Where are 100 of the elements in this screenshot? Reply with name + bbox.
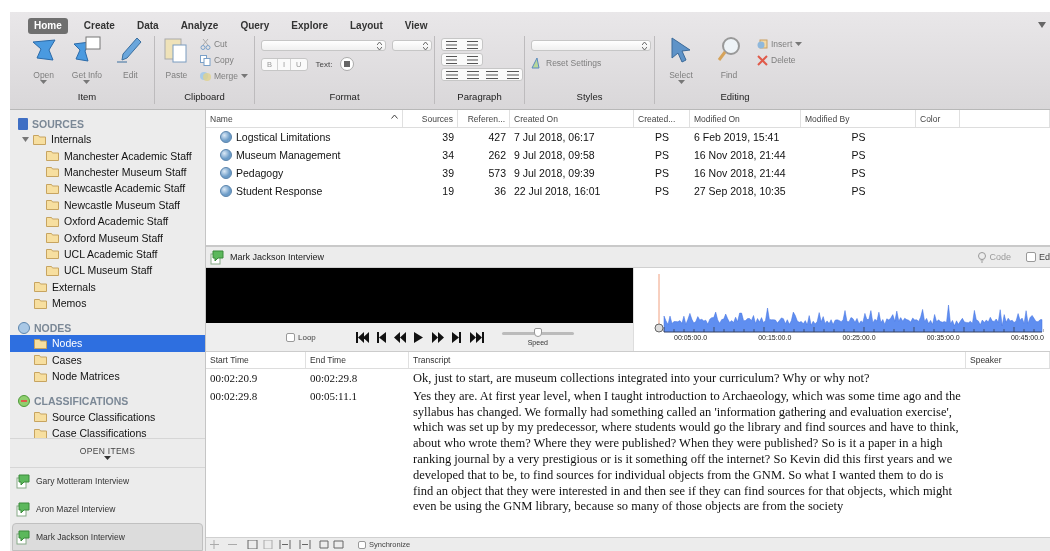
- ribbon-tab[interactable]: Data: [130, 18, 165, 34]
- stepper-icon: [423, 42, 428, 50]
- paragraph-format-icon[interactable]: [485, 70, 499, 79]
- document-icon: [210, 249, 225, 265]
- caret-icon: [40, 80, 48, 84]
- stepper-icon: [642, 42, 647, 50]
- tree-item[interactable]: Oxford Academic Staff: [10, 212, 205, 230]
- tree-item[interactable]: Externals: [10, 278, 205, 295]
- column-header[interactable]: Name: [206, 110, 403, 127]
- table-cell-text: 39: [441, 167, 455, 179]
- ribbon-tab[interactable]: View: [398, 18, 434, 34]
- transport-controls-icon[interactable]: [355, 331, 486, 343]
- table-cell-text: 6 Feb 2019, 15:41: [693, 131, 781, 143]
- sphere-icon: [220, 131, 232, 143]
- tree-item[interactable]: Internals: [10, 131, 205, 148]
- column-header[interactable]: Modified By: [801, 110, 916, 127]
- tree-item[interactable]: Memos: [10, 294, 205, 312]
- table-cell-text: PS: [850, 185, 867, 197]
- loop-checkbox[interactable]: Loop: [286, 332, 316, 342]
- ribbon-tab[interactable]: Query: [234, 18, 276, 34]
- column-header[interactable]: Created...: [634, 110, 690, 127]
- tree-item[interactable]: Manchester Museum Staff: [10, 163, 205, 181]
- node-row[interactable]: Student Response 19 36 22 Jul 2018, 16:01 PS 27 Sep 2018, 10:35 PS: [206, 182, 1050, 200]
- section-title: CLASSIFICATIONS: [34, 395, 129, 408]
- folder-icon: [34, 281, 48, 293]
- node-row[interactable]: Museum Management 34 262 9 Jul 2018, 09:58 PS 16 Nov 2018, 21:44 PS: [206, 146, 1050, 164]
- tree-item[interactable]: Node Matrices: [10, 368, 205, 385]
- open-item[interactable]: Aron Mazel Interview: [12, 495, 203, 524]
- detail-title: Mark Jackson Interview: [230, 252, 326, 262]
- column-header[interactable]: Referen...: [458, 110, 510, 127]
- folder-icon: [34, 411, 48, 423]
- table-cell-text: 7 Jul 2018, 06:17: [513, 131, 596, 143]
- document-icon: [16, 473, 31, 489]
- size-select[interactable]: [392, 40, 432, 51]
- open-item[interactable]: Gary Motteram Interview: [12, 467, 203, 496]
- ribbon-tab[interactable]: Home: [28, 18, 68, 34]
- tree-item[interactable]: UCL Museum Staff: [10, 262, 205, 279]
- slider-thumb[interactable]: [533, 328, 542, 337]
- node-row[interactable]: Logstical Limitations 39 427 7 Jul 2018, 06:17 PS 6 Feb 2019, 15:41 PS: [206, 128, 1050, 146]
- paragraph-format-icon[interactable]: [445, 55, 459, 64]
- section-title: SOURCES: [32, 118, 84, 130]
- folder-icon: [34, 338, 48, 349]
- table-cell-text: PS: [654, 167, 670, 179]
- table-cell-text: PS: [850, 131, 867, 143]
- ribbon-tab[interactable]: Analyze: [174, 18, 225, 34]
- paragraph-format-icon[interactable]: [465, 40, 479, 49]
- column-header[interactable]: Start Time: [206, 352, 306, 368]
- tree-item[interactable]: Oxford Museum Staff: [10, 229, 205, 246]
- ribbon-tab[interactable]: Explore: [285, 18, 334, 34]
- tree-item[interactable]: UCL Academic Staff: [10, 245, 205, 263]
- folder-icon: [46, 264, 60, 276]
- group-label: Format: [328, 91, 361, 104]
- folder-icon: [46, 232, 60, 244]
- table-cell-text: 262: [487, 149, 507, 161]
- ribbon-tab[interactable]: Layout: [344, 18, 389, 34]
- edit-checkbox[interactable]: Ed: [1026, 252, 1050, 262]
- tree-item[interactable]: Case Classifications: [10, 424, 205, 438]
- sphere-icon: [220, 167, 232, 179]
- table-cell-text: 9 Jul 2018, 09:39: [513, 167, 596, 179]
- paragraph-format-icon[interactable]: [505, 70, 519, 79]
- group-label: Paragraph: [456, 91, 503, 104]
- paragraph-format-icon[interactable]: [445, 40, 459, 49]
- column-header[interactable]: Modified On: [690, 110, 801, 127]
- column-header[interactable]: Created On: [510, 110, 634, 127]
- section-title: NODES: [34, 322, 72, 335]
- paragraph-button-group[interactable]: [441, 68, 523, 81]
- paragraph-format-icon[interactable]: [445, 70, 459, 79]
- tree-item[interactable]: Nodes: [10, 335, 205, 352]
- tree-item[interactable]: Newcastle Museum Staff: [10, 196, 205, 213]
- tree-item[interactable]: Newcastle Academic Staff: [10, 180, 205, 197]
- table-cell-text: PS: [654, 149, 670, 161]
- paragraph-button-group[interactable]: [441, 53, 483, 66]
- paragraph-format-icon[interactable]: [465, 55, 479, 64]
- disclosure-icon[interactable]: [22, 135, 29, 143]
- folder-icon: [46, 215, 60, 227]
- end-time: 00:05:11.1: [309, 388, 358, 404]
- node-row[interactable]: Pedagogy 39 573 9 Jul 2018, 09:39 PS 16 Nov 2018, 21:44 PS: [206, 164, 1050, 182]
- folder-icon: [34, 354, 48, 366]
- stepper-icon: [377, 42, 382, 50]
- folder-icon: [46, 150, 60, 162]
- paragraph-button-group[interactable]: [441, 38, 483, 51]
- tree-item[interactable]: Manchester Academic Staff: [10, 147, 205, 164]
- color-swatch-icon[interactable]: [340, 57, 355, 71]
- paragraph-format-icon[interactable]: [465, 70, 479, 79]
- copy-icon: [199, 54, 211, 66]
- table-cell: Museum Management: [206, 149, 403, 161]
- table-cell-text: 19: [441, 185, 455, 197]
- column-header[interactable]: Sources: [403, 110, 458, 127]
- lightbulb-icon: [978, 251, 987, 263]
- tree-item[interactable]: Source Classifications: [10, 408, 205, 425]
- column-header[interactable]: Transcript: [409, 352, 966, 368]
- collapse-icon[interactable]: [1038, 22, 1046, 28]
- tree-item[interactable]: Cases: [10, 351, 205, 369]
- open-item[interactable]: Mark Jackson Interview: [12, 523, 203, 551]
- folder-icon: [34, 370, 48, 382]
- column-header[interactable]: Color: [916, 110, 960, 127]
- ribbon-tab[interactable]: Create: [77, 18, 121, 34]
- column-header[interactable]: Speaker: [966, 352, 1050, 368]
- start-time: 00:02:29.8: [209, 388, 259, 404]
- column-header[interactable]: End Time: [306, 352, 409, 368]
